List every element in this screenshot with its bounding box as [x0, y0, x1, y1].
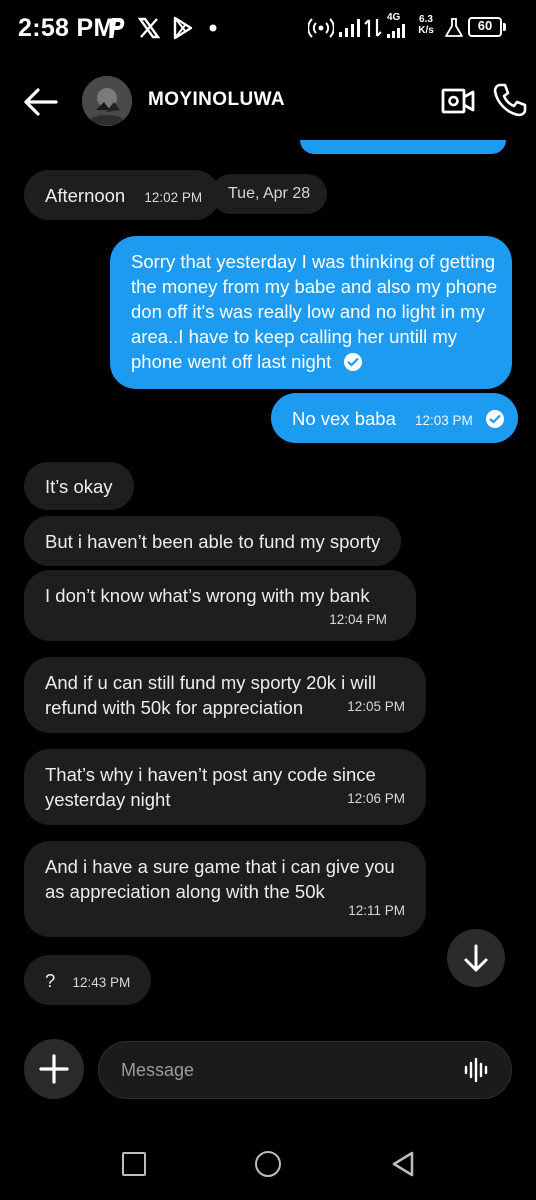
- message-time: 12:02 PM: [144, 190, 203, 205]
- message-incoming[interactable]: But i haven’t been able to fund my sport…: [24, 516, 402, 566]
- message-time: 12:43 PM: [72, 975, 131, 990]
- chat-header: MOYINOLUWA: [0, 62, 536, 140]
- message-incoming[interactable]: Afternoon 12:02 PM: [24, 170, 221, 220]
- video-call-icon[interactable]: [440, 84, 476, 118]
- message-time: 12:06 PM: [347, 791, 405, 806]
- message-text: I don’t know what’s wrong with my bank: [45, 585, 370, 606]
- message-text: But i haven’t been able to fund my sport…: [45, 531, 381, 552]
- read-check-icon: [485, 410, 504, 428]
- lab-flask-icon: [445, 18, 463, 37]
- plus-icon: [39, 1054, 69, 1084]
- message-text: And if u can still fund my sporty 20k i …: [45, 672, 377, 718]
- message-incoming[interactable]: And if u can still fund my sporty 20k i …: [24, 657, 426, 733]
- paypal-p-icon: [109, 18, 125, 38]
- message-text: And i have a sure game that i can give y…: [45, 856, 395, 902]
- hotspot-icon: [308, 18, 334, 38]
- x-icon: [138, 17, 160, 39]
- contact-name[interactable]: MOYINOLUWA: [148, 89, 285, 111]
- status-time: 2:58 PM: [18, 14, 115, 42]
- read-check-icon: [344, 353, 363, 371]
- message-time: 12:11 PM: [348, 903, 405, 918]
- message-time: 12:05 PM: [347, 699, 405, 714]
- system-status-icons: 4G 6.3 K/s 60: [308, 12, 518, 41]
- message-text: It’s okay: [45, 476, 113, 497]
- message-list[interactable]: Afternoon 12:02 PM Tue, Apr 28 Sorry tha…: [0, 140, 536, 1020]
- dot-icon: [209, 24, 217, 32]
- message-input[interactable]: [121, 1042, 441, 1098]
- avatar[interactable]: [82, 76, 132, 126]
- message-time: 12:03 PM: [415, 413, 473, 428]
- message-incoming[interactable]: It’s okay: [24, 462, 134, 510]
- recent-apps-button[interactable]: [122, 1152, 146, 1176]
- data-transfer-icon: [364, 19, 382, 37]
- avatar-image: [82, 76, 132, 126]
- message-composer[interactable]: [98, 1041, 512, 1099]
- arrow-down-icon: [464, 944, 488, 972]
- message-time: 12:04 PM: [329, 612, 387, 627]
- voice-message-icon[interactable]: [463, 1056, 491, 1084]
- network-type-label: 4G: [387, 12, 401, 23]
- message-text: That’s why i haven’t post any code since…: [45, 764, 376, 810]
- message-outgoing[interactable]: Sorry that yesterday I was thinking of g…: [110, 236, 512, 389]
- date-separator: Tue, Apr 28: [211, 174, 328, 214]
- message-incoming[interactable]: I don’t know what’s wrong with my bank 1…: [24, 570, 416, 641]
- message-text: No vex baba: [292, 408, 396, 429]
- message-text: Sorry that yesterday I was thinking of g…: [131, 251, 498, 372]
- message-incoming[interactable]: ? 12:43 PM: [24, 955, 152, 1005]
- previous-message-bubble: [300, 140, 506, 154]
- message-text: ?: [45, 970, 56, 991]
- status-bar: 2:58 PM 4G 6.3 K/s 60: [0, 0, 536, 56]
- system-back-button[interactable]: [390, 1150, 416, 1178]
- home-button[interactable]: [255, 1151, 281, 1177]
- battery-tip: [503, 23, 506, 31]
- phone-call-icon[interactable]: [492, 82, 528, 118]
- signal-icon: [339, 19, 360, 37]
- system-navigation-bar: [0, 1120, 536, 1200]
- message-incoming[interactable]: That’s why i haven’t post any code since…: [24, 749, 426, 825]
- message-outgoing[interactable]: No vex baba 12:03 PM: [271, 393, 518, 443]
- message-text: Afternoon: [45, 185, 126, 206]
- battery-icon: 60: [468, 17, 502, 37]
- message-incoming[interactable]: And i have a sure game that i can give y…: [24, 841, 426, 937]
- scroll-to-bottom-button[interactable]: [447, 929, 505, 987]
- signal-icon-2: [387, 24, 405, 38]
- battery-level: 60: [477, 18, 493, 33]
- network-speed: 6.3 K/s: [418, 14, 434, 36]
- add-attachment-button[interactable]: [24, 1039, 84, 1099]
- play-store-icon: [173, 16, 193, 40]
- back-arrow-icon[interactable]: [22, 84, 62, 120]
